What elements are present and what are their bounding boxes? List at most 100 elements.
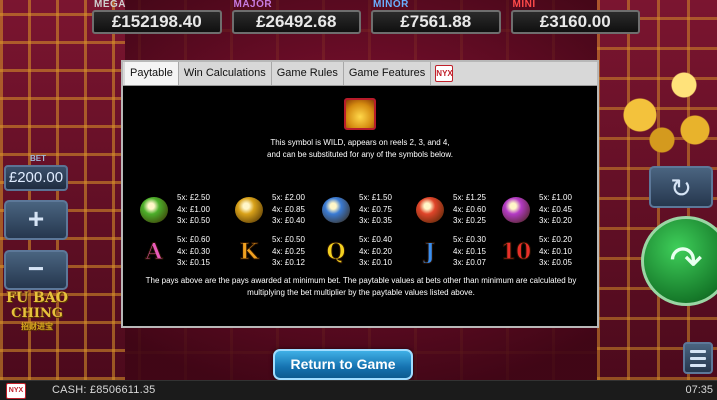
refresh-icon: ↻ <box>670 173 692 203</box>
payout-line: 5x: £1.50 <box>359 193 392 202</box>
wild-symbol-icon <box>344 98 376 130</box>
menu-icon-bar <box>690 356 706 360</box>
symbol-letter: J <box>424 239 436 266</box>
payout-line: 3x: £0.10 <box>359 258 392 267</box>
payout-line: 5x: £0.50 <box>272 235 305 244</box>
gold-chest-icon <box>232 194 266 226</box>
logo-line-1: FU BAO <box>6 290 68 306</box>
symbol-letter: K <box>239 239 259 266</box>
payout-line: 3x: £0.05 <box>539 258 572 267</box>
payout-line: 4x: £0.75 <box>359 204 392 214</box>
nyx-brand-icon: NYX <box>6 383 26 399</box>
symbol-letter-j-icon: J <box>413 236 447 268</box>
paytable-tab-bar: Paytable Win Calculations Game Rules Gam… <box>123 62 597 86</box>
payout-line: 5x: £0.60 <box>177 235 210 244</box>
payout-list: 5x: £2.00 4x: £0.85 3x: £0.40 <box>272 192 305 227</box>
logo-line-3: 招财进宝 <box>21 321 53 331</box>
paytable-entry: Q 5x: £0.40 4x: £0.20 3x: £0.10 <box>319 234 409 270</box>
paytable-panel: Paytable Win Calculations Game Rules Gam… <box>121 60 599 328</box>
tab-paytable[interactable]: Paytable <box>125 62 179 85</box>
symbol-shape <box>502 197 530 223</box>
tab-game-features[interactable]: Game Features <box>344 62 432 85</box>
menu-icon-bar <box>690 349 706 353</box>
porcelain-vase-icon <box>319 194 353 226</box>
symbol-shape <box>322 197 350 223</box>
jackpot-mega: MEGA £152198.40 <box>92 0 222 34</box>
payout-line: 3x: £0.20 <box>539 216 572 225</box>
status-bar: NYX CASH: £8506611.35 07:35 <box>0 380 717 400</box>
payout-list: 5x: £1.50 4x: £0.75 3x: £0.35 <box>359 192 392 227</box>
coin-string-icon <box>499 194 533 226</box>
paytable-footnote: The pays above are the pays awarded at m… <box>145 276 577 297</box>
game-logo: FU BAO CHING 招财进宝 <box>2 290 72 350</box>
menu-button[interactable] <box>683 342 713 374</box>
logo-line-2: CHING <box>11 306 63 321</box>
wild-description: This symbol is WILD, appears on reels 2,… <box>267 138 453 159</box>
fan-icon <box>413 194 447 226</box>
paytable-entry: 5x: £1.25 4x: £0.60 3x: £0.25 <box>413 192 503 228</box>
payout-line: 3x: £0.40 <box>272 216 305 225</box>
tab-game-rules[interactable]: Game Rules <box>272 62 344 85</box>
jackpot-label: MINI <box>512 0 536 10</box>
payout-line: 5x: £1.25 <box>453 193 486 202</box>
nyx-logo-icon: NYX <box>435 65 454 82</box>
bet-value-display[interactable]: £200.00 <box>4 165 68 191</box>
spin-arrow-icon: ↷ <box>669 239 703 283</box>
payout-list: 5x: £1.25 4x: £0.60 3x: £0.25 <box>453 192 486 227</box>
payout-line: 4x: £0.25 <box>272 246 305 256</box>
paytable-entry: A 5x: £0.60 4x: £0.30 3x: £0.15 <box>137 234 227 270</box>
symbol-letter-10-icon: 10 <box>499 236 533 268</box>
symbol-letter-a-icon: A <box>137 236 171 268</box>
gold-coins-decoration <box>607 55 717 155</box>
payout-list: 5x: £0.20 4x: £0.10 3x: £0.05 <box>539 234 572 269</box>
payout-line: 4x: £0.60 <box>453 204 486 214</box>
jackpot-label: MAJOR <box>233 0 273 10</box>
payout-line: 4x: £0.10 <box>539 246 572 256</box>
payout-list: 5x: £1.00 4x: £0.45 3x: £0.20 <box>539 192 572 227</box>
jackpot-major: MAJOR £26492.68 <box>231 0 361 34</box>
symbol-letter: Q <box>326 239 346 266</box>
payout-line: 5x: £2.50 <box>177 193 210 202</box>
payout-line: 5x: £0.40 <box>359 235 392 244</box>
payout-line: 3x: £0.15 <box>177 258 210 267</box>
payout-line: 5x: £0.30 <box>453 235 486 244</box>
symbol-letter-q-icon: Q <box>319 236 353 268</box>
jackpot-label: MEGA <box>94 0 126 10</box>
payout-line: 3x: £0.12 <box>272 258 305 267</box>
frog-icon <box>137 194 171 226</box>
cash-balance: CASH: £8506611.35 <box>52 384 156 396</box>
jackpot-label: MINOR <box>373 0 409 10</box>
jackpot-mini: MINI £3160.00 <box>510 0 640 34</box>
payout-line: 5x: £1.00 <box>539 193 572 202</box>
payout-list: 5x: £0.40 4x: £0.20 3x: £0.10 <box>359 234 392 269</box>
refresh-button[interactable]: ↻ <box>649 166 713 208</box>
symbol-shape <box>140 197 168 223</box>
return-to-game-button[interactable]: Return to Game <box>273 349 413 380</box>
payout-line: 5x: £0.20 <box>539 235 572 244</box>
paytable-entry: 5x: £2.00 4x: £0.85 3x: £0.40 <box>232 192 322 228</box>
jackpot-bar: MEGA £152198.40 MAJOR £26492.68 MINOR £7… <box>92 0 640 34</box>
paytable-entry: 10 5x: £0.20 4x: £0.10 3x: £0.05 <box>499 234 589 270</box>
symbol-letter-k-icon: K <box>232 236 266 268</box>
jackpot-value: £26492.68 <box>231 10 361 34</box>
symbol-shape <box>416 197 444 223</box>
tab-win-calculations[interactable]: Win Calculations <box>179 62 272 85</box>
jackpot-value: £3160.00 <box>510 10 640 34</box>
payout-line: 4x: £0.20 <box>359 246 392 256</box>
payout-line: 3x: £0.07 <box>453 258 486 267</box>
payout-line: 5x: £2.00 <box>272 193 305 202</box>
bet-decrease-button[interactable]: − <box>4 250 68 290</box>
payout-line: 4x: £0.45 <box>539 204 572 214</box>
payout-line: 4x: £0.30 <box>177 246 210 256</box>
payout-line: 3x: £0.35 <box>359 216 392 225</box>
symbol-letter: 10 <box>500 239 532 266</box>
symbol-shape <box>235 197 263 223</box>
payout-line: 3x: £0.50 <box>177 216 210 225</box>
symbol-letter: A <box>145 239 163 266</box>
jackpot-minor: MINOR £7561.88 <box>371 0 501 34</box>
paytable-entry: 5x: £1.00 4x: £0.45 3x: £0.20 <box>499 192 589 228</box>
clock: 07:35 <box>685 384 713 396</box>
jackpot-value: £7561.88 <box>371 10 501 34</box>
bet-label: BET <box>30 154 46 163</box>
bet-increase-button[interactable]: + <box>4 200 68 240</box>
